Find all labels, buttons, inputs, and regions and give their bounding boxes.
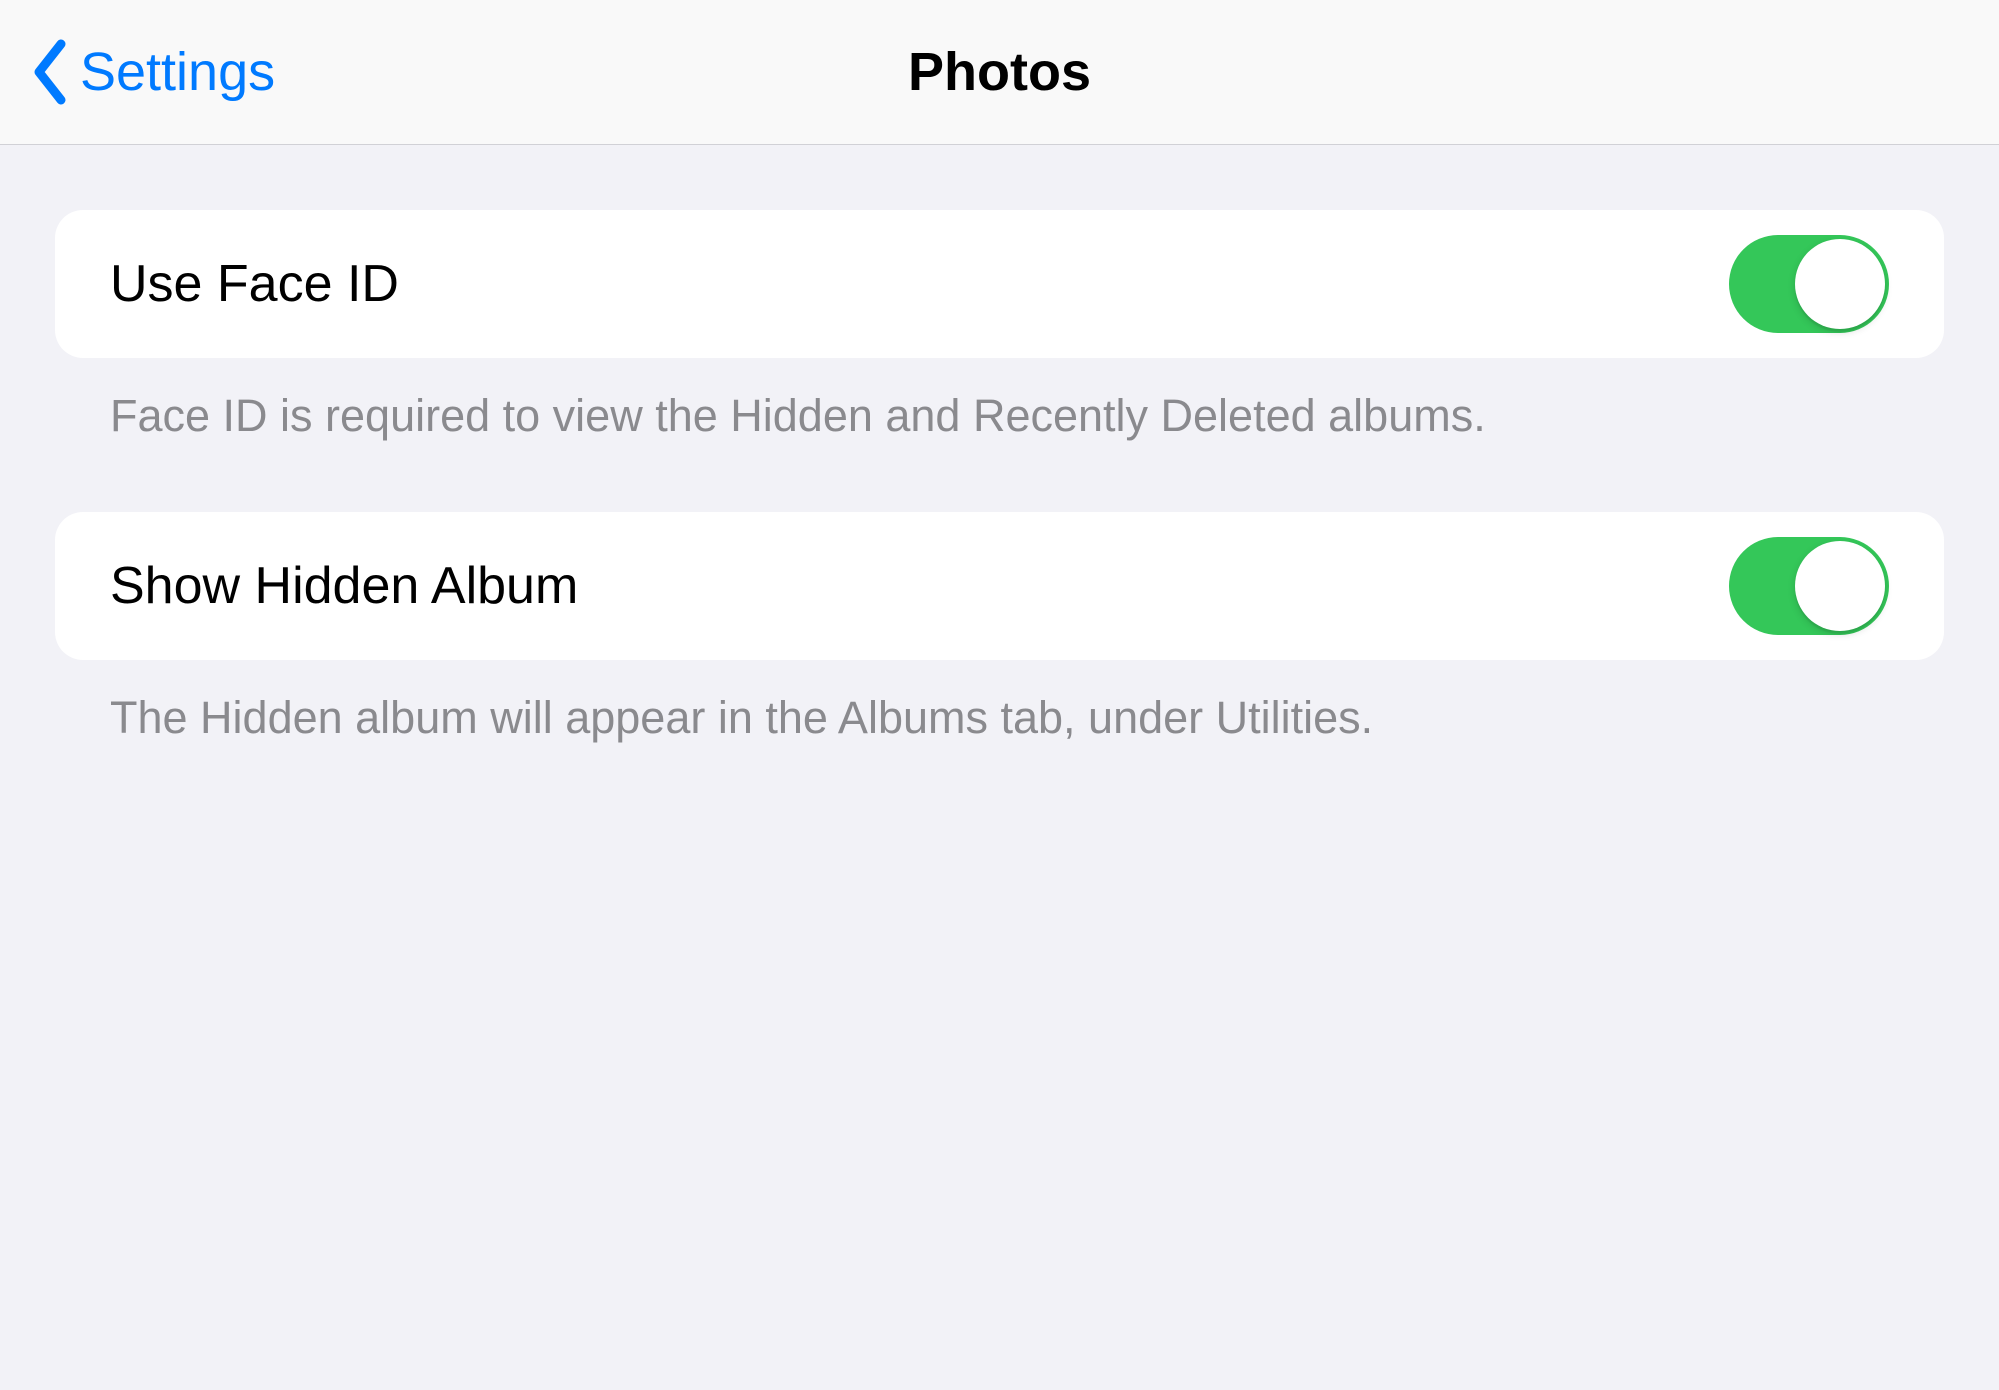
use-face-id-label: Use Face ID xyxy=(110,254,399,314)
back-label: Settings xyxy=(80,41,275,103)
toggle-knob-icon xyxy=(1795,239,1885,329)
page-title: Photos xyxy=(908,41,1091,103)
use-face-id-footer: Face ID is required to view the Hidden a… xyxy=(55,358,1944,447)
show-hidden-album-label: Show Hidden Album xyxy=(110,556,578,616)
use-face-id-row: Use Face ID xyxy=(55,210,1944,358)
show-hidden-album-row: Show Hidden Album xyxy=(55,512,1944,660)
show-hidden-album-toggle[interactable] xyxy=(1729,537,1889,635)
chevron-left-icon xyxy=(30,38,70,106)
toggle-knob-icon xyxy=(1795,541,1885,631)
settings-content: Use Face ID Face ID is required to view … xyxy=(0,210,1999,749)
use-face-id-toggle[interactable] xyxy=(1729,235,1889,333)
settings-group-face-id: Use Face ID Face ID is required to view … xyxy=(55,210,1944,447)
back-button[interactable]: Settings xyxy=(30,38,275,106)
settings-group-hidden-album: Show Hidden Album The Hidden album will … xyxy=(55,512,1944,749)
show-hidden-album-footer: The Hidden album will appear in the Albu… xyxy=(55,660,1944,749)
navigation-bar: Settings Photos xyxy=(0,0,1999,145)
